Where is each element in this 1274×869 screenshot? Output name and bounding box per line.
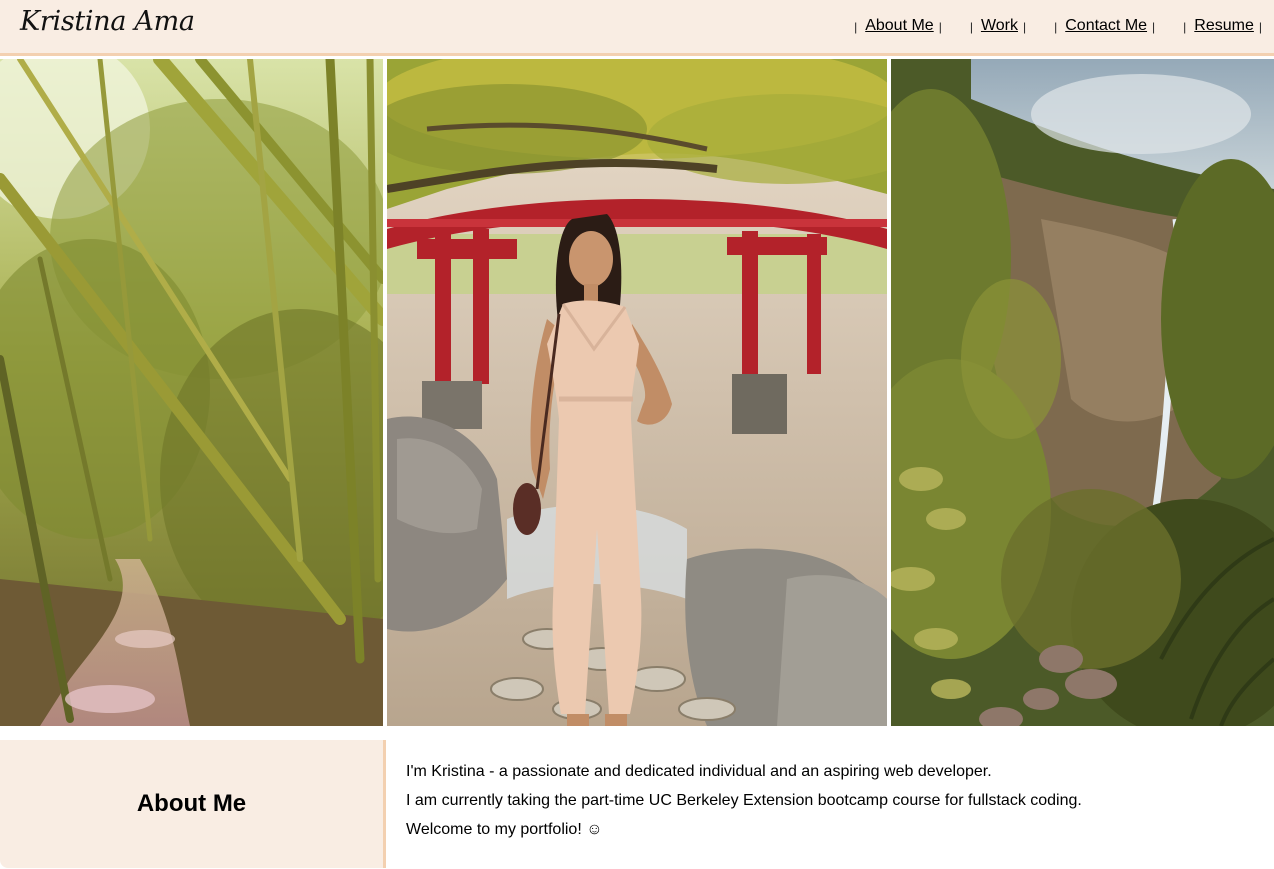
nav-item-work: | Work |: [970, 17, 1026, 35]
site-logo[interactable]: Kristina Ama: [20, 6, 195, 37]
about-paragraph: I'm Kristina - a passionate and dedicate…: [406, 763, 992, 780]
nav-item-about: | About Me |: [854, 17, 942, 35]
about-heading: About Me: [136, 790, 247, 817]
about-paragraph: Welcome to my portfolio! ☺: [406, 821, 603, 838]
nav-link-contact[interactable]: Contact Me: [1065, 17, 1147, 35]
site-header: Kristina Ama | About Me | | Work | | Con…: [0, 0, 1274, 56]
nav-separator: |: [1152, 19, 1156, 34]
hero-gallery: [0, 59, 1274, 726]
nav-link-about[interactable]: About Me: [865, 17, 933, 35]
nav-separator: |: [969, 19, 973, 34]
nav-separator: |: [854, 19, 858, 34]
nav-separator: |: [1183, 19, 1187, 34]
nav-separator: |: [938, 19, 942, 34]
about-heading-box: About Me: [0, 740, 386, 868]
nav-link-work[interactable]: Work: [981, 17, 1018, 35]
nav-item-contact: | Contact Me |: [1054, 17, 1155, 35]
photo-bamboo-path: [0, 59, 383, 726]
main-nav: | About Me | | Work | | Contact Me | | R…: [854, 15, 1262, 37]
about-text: I'm Kristina - a passionate and dedicate…: [406, 762, 1082, 849]
nav-separator: |: [1054, 19, 1058, 34]
nav-item-resume: | Resume |: [1183, 17, 1262, 35]
photo-portrait-bridge: [387, 59, 887, 726]
nav-link-resume[interactable]: Resume: [1194, 17, 1254, 35]
about-paragraph: I am currently taking the part-time UC B…: [406, 792, 1082, 809]
photo-waterfall: [891, 59, 1274, 726]
nav-separator: |: [1022, 19, 1027, 34]
nav-separator: |: [1258, 19, 1262, 34]
